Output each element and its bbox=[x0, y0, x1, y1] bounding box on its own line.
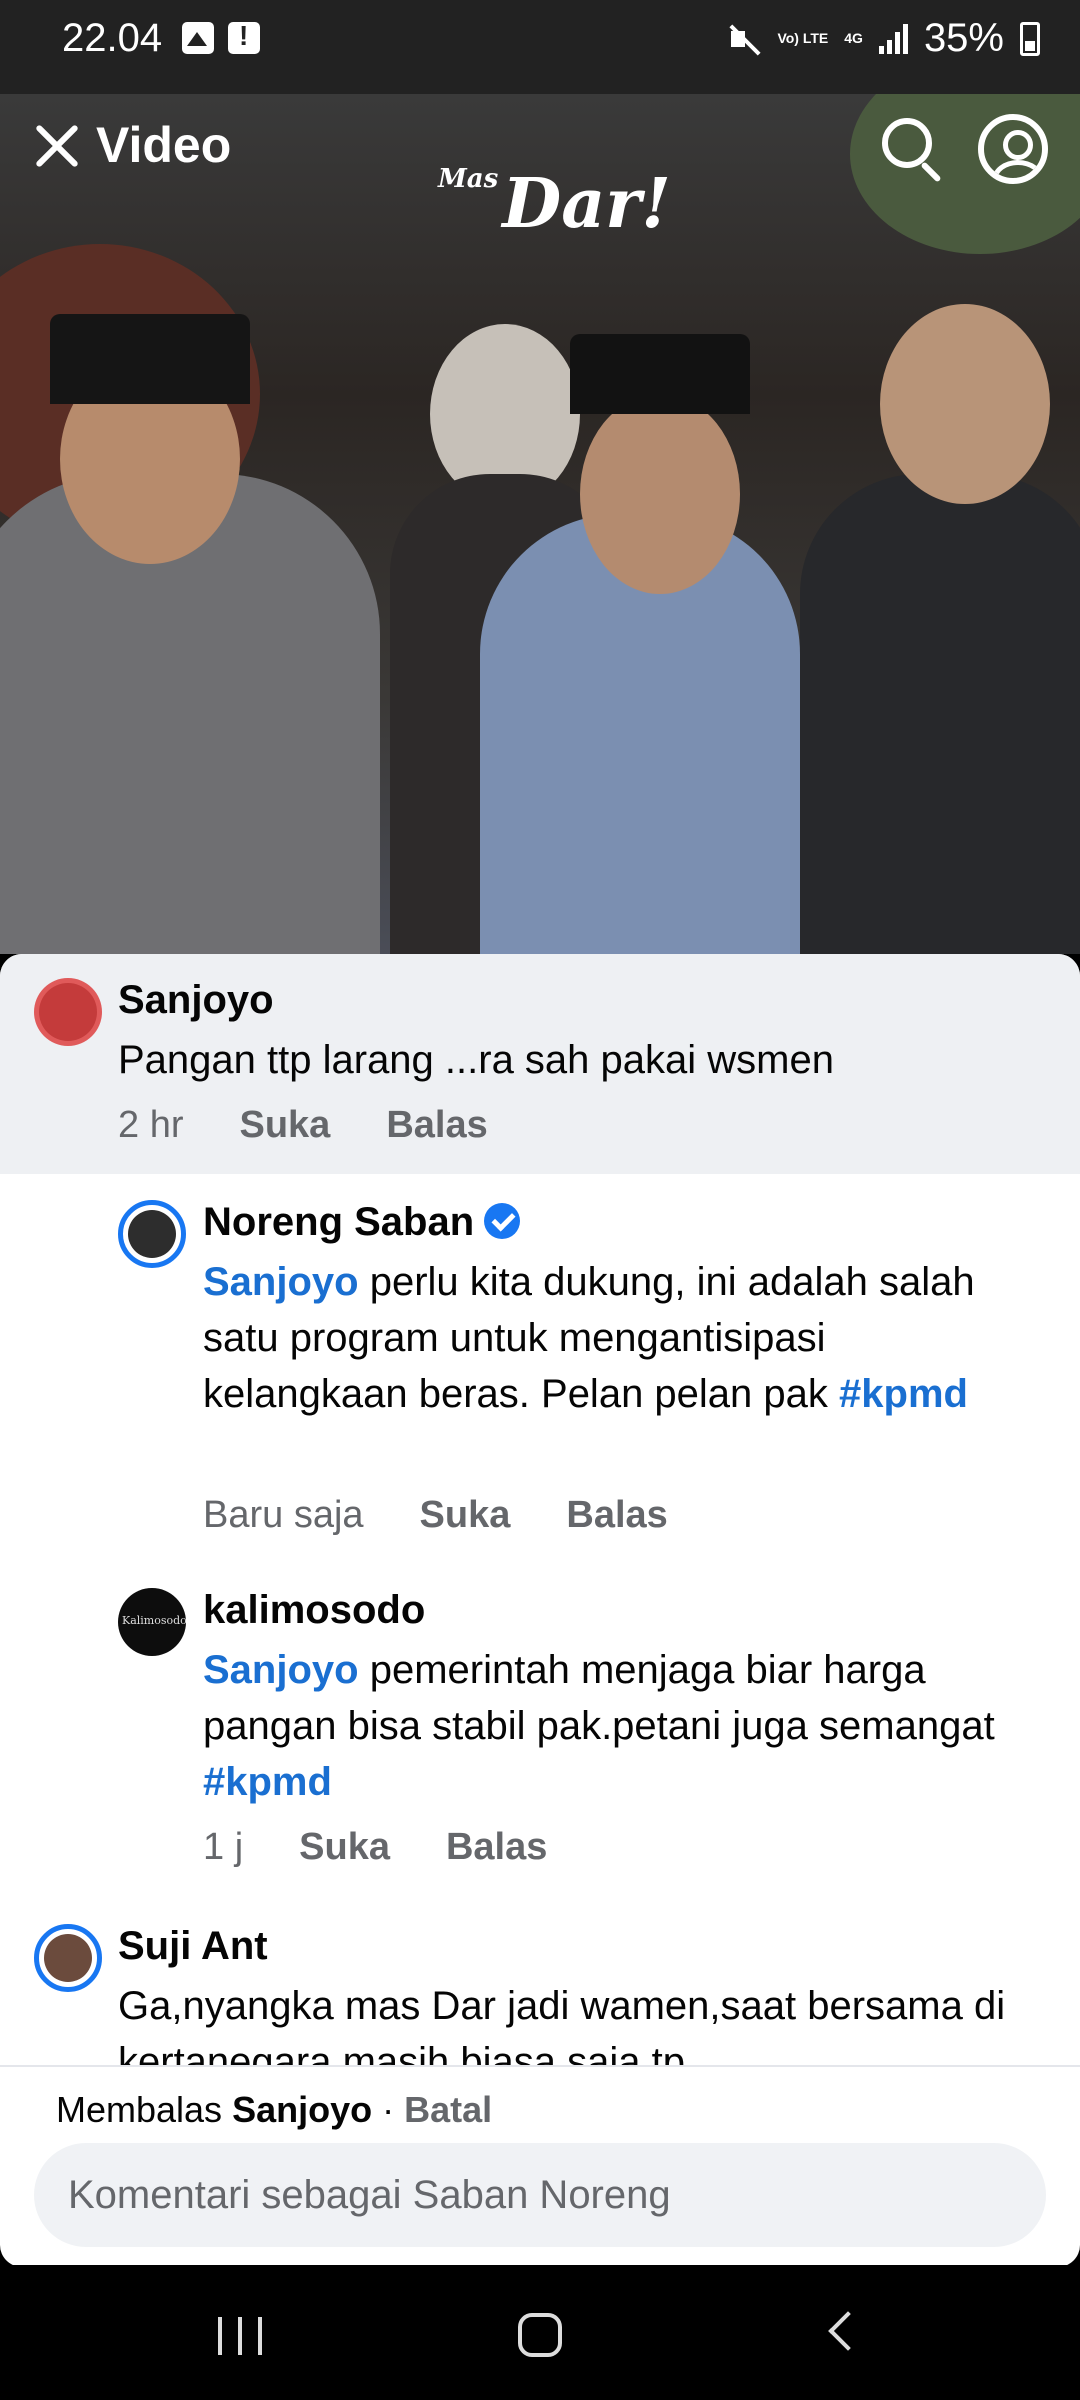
profile-icon[interactable] bbox=[978, 114, 1048, 184]
like-button[interactable]: Suka bbox=[420, 1494, 511, 1537]
alert-icon bbox=[228, 20, 260, 54]
home-icon[interactable] bbox=[518, 2313, 562, 2357]
back-icon[interactable] bbox=[828, 2311, 868, 2351]
video-frame-face bbox=[880, 304, 1050, 504]
comments-panel[interactable]: Sanjoyo Pangan ttp larang ...ra sah paka… bbox=[0, 954, 1080, 2065]
system-nav-bar bbox=[0, 2265, 1080, 2400]
avatar[interactable] bbox=[118, 1200, 186, 1268]
comment-text: Sanjoyo perlu kita dukung, ini adalah sa… bbox=[203, 1260, 975, 1416]
reply-button[interactable]: Balas bbox=[446, 1826, 547, 1869]
mention-link[interactable]: Sanjoyo bbox=[203, 1648, 359, 1692]
comment-text: Pangan ttp larang ...ra sah pakai wsmen bbox=[118, 1038, 834, 1082]
watermark-logo: MasDar! bbox=[438, 164, 671, 244]
4g-icon: 4G bbox=[844, 30, 863, 46]
comment-time: 1 j bbox=[203, 1826, 244, 1868]
comment-author[interactable]: kalimosodo bbox=[203, 1588, 425, 1633]
status-time: 22.04 bbox=[62, 16, 163, 60]
reply-button[interactable]: Balas bbox=[386, 1104, 487, 1147]
video-frame-hat bbox=[50, 314, 250, 404]
battery-icon bbox=[1020, 21, 1040, 56]
comment-author[interactable]: Suji Ant bbox=[118, 1924, 268, 1969]
close-icon[interactable] bbox=[28, 118, 84, 174]
comment-author[interactable]: Noreng Saban bbox=[203, 1200, 521, 1245]
replying-to-label: Membalas Sanjoyo · Batal bbox=[56, 2089, 493, 2130]
comment-text: Ga,nyangka mas Dar jadi wamen,saat bersa… bbox=[118, 1984, 1006, 2065]
like-button[interactable]: Suka bbox=[299, 1826, 390, 1869]
video-title: Video bbox=[96, 117, 232, 173]
avatar[interactable]: Kalimosodo bbox=[118, 1588, 186, 1656]
mention-link[interactable]: Sanjoyo bbox=[203, 1260, 359, 1304]
video-player[interactable]: Video MasDar! bbox=[0, 94, 1080, 954]
search-icon[interactable] bbox=[878, 114, 948, 184]
volte-icon: Vo) LTE bbox=[777, 30, 829, 46]
cancel-reply-button[interactable]: Batal bbox=[404, 2089, 492, 2130]
hashtag-link[interactable]: #kpmd bbox=[203, 1760, 332, 1804]
notification-icons bbox=[182, 20, 260, 54]
video-frame-person bbox=[800, 474, 1080, 954]
comment-actions: 2 hr Suka Balas bbox=[118, 1104, 488, 1147]
comment-author[interactable]: Sanjoyo bbox=[118, 978, 274, 1023]
comment-actions: Baru saja Suka Balas bbox=[203, 1494, 668, 1537]
avatar[interactable] bbox=[34, 978, 102, 1046]
verified-badge-icon bbox=[484, 1203, 521, 1239]
recent-apps-icon[interactable] bbox=[218, 2317, 262, 2355]
image-icon bbox=[182, 22, 214, 54]
comment-actions: 1 j Suka Balas bbox=[203, 1826, 547, 1869]
replying-to-name: Sanjoyo bbox=[232, 2089, 373, 2130]
comment-text: Sanjoyo pemerintah menjaga biar harga pa… bbox=[203, 1648, 995, 1804]
comment-input[interactable] bbox=[34, 2143, 1046, 2247]
like-button[interactable]: Suka bbox=[239, 1104, 330, 1147]
video-frame-hat bbox=[570, 334, 750, 414]
battery-percent: 35% bbox=[923, 16, 1004, 60]
reply-button[interactable]: Balas bbox=[566, 1494, 667, 1537]
comment-time: 2 hr bbox=[118, 1104, 184, 1146]
comment-time: Baru saja bbox=[203, 1494, 364, 1536]
mute-icon bbox=[727, 22, 761, 56]
system-indicators: Vo) LTE 4G 35% bbox=[727, 16, 1040, 61]
hashtag-link[interactable]: #kpmd bbox=[839, 1372, 968, 1416]
reply-composer: Membalas Sanjoyo · Batal bbox=[0, 2065, 1080, 2267]
avatar[interactable] bbox=[34, 1924, 102, 1992]
signal-icon bbox=[878, 23, 908, 54]
video-frame-face bbox=[580, 394, 740, 594]
status-bar: 22.04 Vo) LTE 4G 35% bbox=[0, 0, 1080, 94]
